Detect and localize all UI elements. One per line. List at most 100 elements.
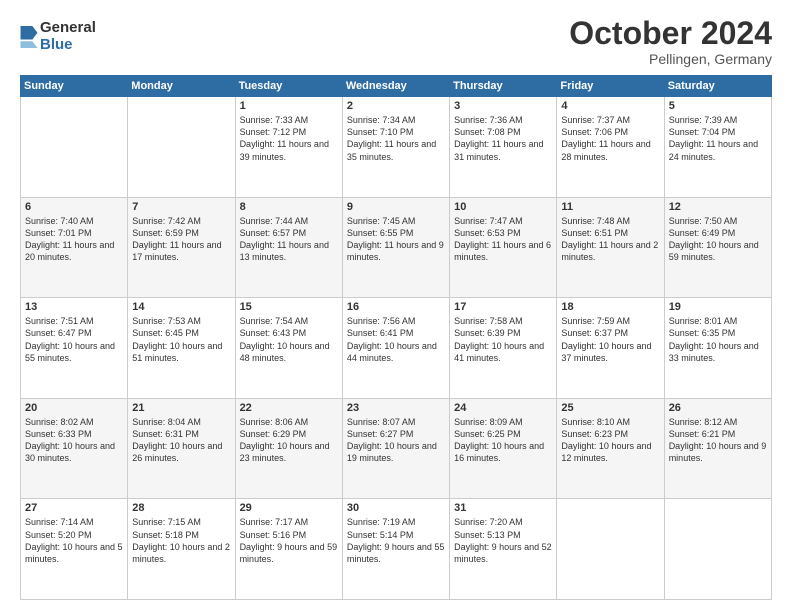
table-row: 12Sunrise: 7:50 AM Sunset: 6:49 PM Dayli… xyxy=(664,197,771,298)
day-info: Sunrise: 7:17 AM Sunset: 5:16 PM Dayligh… xyxy=(240,516,338,565)
table-row: 8 Sunrise: 7:44 AM Sunset: 6:57 PM Daylig… xyxy=(235,197,342,298)
day-number: 10 xyxy=(454,201,552,213)
day-number: 28 xyxy=(132,502,230,514)
day-number: 30 xyxy=(347,502,445,514)
day-info: Sunrise: 7:42 AM Sunset: 6:59 PM Dayligh… xyxy=(132,215,230,264)
day-info: Sunrise: 7:51 AM Sunset: 6:47 PM Dayligh… xyxy=(25,315,123,364)
table-row: 1Sunrise: 7:33 AM Sunset: 7:12 PM Daylig… xyxy=(235,97,342,198)
day-info: Sunrise: 7:34 AM Sunset: 7:10 PM Dayligh… xyxy=(347,114,445,163)
col-saturday: Saturday xyxy=(664,76,771,97)
day-info: Sunrise: 7:19 AM Sunset: 5:14 PM Dayligh… xyxy=(347,516,445,565)
day-info: Sunrise: 7:14 AM Sunset: 5:20 PM Dayligh… xyxy=(25,516,123,565)
table-row: 14 Sunrise: 7:53 AM Sunset: 6:45 PM Dayli… xyxy=(128,298,235,399)
day-number: 22 xyxy=(240,402,338,414)
table-row: 3Sunrise: 7:36 AM Sunset: 7:08 PM Daylig… xyxy=(450,97,557,198)
day-number: 31 xyxy=(454,502,552,514)
day-number: 15 xyxy=(240,301,338,313)
table-row xyxy=(128,97,235,198)
day-number: 14 xyxy=(132,301,230,313)
table-row: 6 Sunrise: 7:40 AM Sunset: 7:01 PM Daylig… xyxy=(21,197,128,298)
day-info: Sunrise: 7:37 AM Sunset: 7:06 PM Dayligh… xyxy=(561,114,659,163)
logo: General Blue xyxy=(20,20,96,53)
table-row: 2 Sunrise: 7:34 AM Sunset: 7:10 PM Daylig… xyxy=(342,97,449,198)
day-number: 16 xyxy=(347,301,445,313)
col-thursday: Thursday xyxy=(450,76,557,97)
day-number: 26 xyxy=(669,402,767,414)
day-info: Sunrise: 7:39 AM Sunset: 7:04 PM Dayligh… xyxy=(669,114,767,163)
table-row: 19 Sunrise: 8:01 AM Sunset: 6:35 PM Dayli… xyxy=(664,298,771,399)
table-row: 9 Sunrise: 7:45 AM Sunset: 6:55 PM Daylig… xyxy=(342,197,449,298)
day-number: 9 xyxy=(347,201,445,213)
day-number: 8 xyxy=(240,201,338,213)
table-row: 31Sunrise: 7:20 AM Sunset: 5:13 PM Dayli… xyxy=(450,499,557,600)
day-number: 2 xyxy=(347,100,445,112)
table-row xyxy=(21,97,128,198)
day-number: 7 xyxy=(132,201,230,213)
title-area: October 2024 Pellingen, Germany xyxy=(569,16,772,67)
day-info: Sunrise: 7:45 AM Sunset: 6:55 PM Dayligh… xyxy=(347,215,445,264)
day-info: Sunrise: 7:53 AM Sunset: 6:45 PM Dayligh… xyxy=(132,315,230,364)
day-number: 5 xyxy=(669,100,767,112)
table-row xyxy=(664,499,771,600)
day-info: Sunrise: 7:44 AM Sunset: 6:57 PM Dayligh… xyxy=(240,215,338,264)
week-row-3: 13 Sunrise: 7:51 AM Sunset: 6:47 PM Dayli… xyxy=(21,298,772,399)
calendar-table: Sunday Monday Tuesday Wednesday Thursday… xyxy=(20,75,772,600)
day-info: Sunrise: 7:40 AM Sunset: 7:01 PM Dayligh… xyxy=(25,215,123,264)
day-info: Sunrise: 7:54 AM Sunset: 6:43 PM Dayligh… xyxy=(240,315,338,364)
header-row: Sunday Monday Tuesday Wednesday Thursday… xyxy=(21,76,772,97)
day-info: Sunrise: 8:01 AM Sunset: 6:35 PM Dayligh… xyxy=(669,315,767,364)
day-info: Sunrise: 8:06 AM Sunset: 6:29 PM Dayligh… xyxy=(240,416,338,465)
day-info: Sunrise: 7:56 AM Sunset: 6:41 PM Dayligh… xyxy=(347,315,445,364)
day-number: 4 xyxy=(561,100,659,112)
week-row-4: 20Sunrise: 8:02 AM Sunset: 6:33 PM Dayli… xyxy=(21,398,772,499)
table-row: 18Sunrise: 7:59 AM Sunset: 6:37 PM Dayli… xyxy=(557,298,664,399)
day-info: Sunrise: 8:10 AM Sunset: 6:23 PM Dayligh… xyxy=(561,416,659,465)
day-number: 24 xyxy=(454,402,552,414)
day-number: 11 xyxy=(561,201,659,213)
day-info: Sunrise: 7:58 AM Sunset: 6:39 PM Dayligh… xyxy=(454,315,552,364)
table-row: 16 Sunrise: 7:56 AM Sunset: 6:41 PM Dayli… xyxy=(342,298,449,399)
table-row: 26 Sunrise: 8:12 AM Sunset: 6:21 PM Dayli… xyxy=(664,398,771,499)
table-row: 17 Sunrise: 7:58 AM Sunset: 6:39 PM Dayli… xyxy=(450,298,557,399)
table-row: 25 Sunrise: 8:10 AM Sunset: 6:23 PM Dayli… xyxy=(557,398,664,499)
table-row: 27 Sunrise: 7:14 AM Sunset: 5:20 PM Dayli… xyxy=(21,499,128,600)
week-row-5: 27 Sunrise: 7:14 AM Sunset: 5:20 PM Dayli… xyxy=(21,499,772,600)
day-info: Sunrise: 7:59 AM Sunset: 6:37 PM Dayligh… xyxy=(561,315,659,364)
day-number: 17 xyxy=(454,301,552,313)
table-row: 11 Sunrise: 7:48 AM Sunset: 6:51 PM Dayli… xyxy=(557,197,664,298)
day-number: 27 xyxy=(25,502,123,514)
table-row: 24 Sunrise: 8:09 AM Sunset: 6:25 PM Dayli… xyxy=(450,398,557,499)
day-number: 6 xyxy=(25,201,123,213)
day-info: Sunrise: 8:12 AM Sunset: 6:21 PM Dayligh… xyxy=(669,416,767,465)
table-row: 20Sunrise: 8:02 AM Sunset: 6:33 PM Dayli… xyxy=(21,398,128,499)
day-info: Sunrise: 8:04 AM Sunset: 6:31 PM Dayligh… xyxy=(132,416,230,465)
day-number: 13 xyxy=(25,301,123,313)
week-row-2: 6 Sunrise: 7:40 AM Sunset: 7:01 PM Daylig… xyxy=(21,197,772,298)
col-monday: Monday xyxy=(128,76,235,97)
logo-blue: Blue xyxy=(40,37,96,54)
day-info: Sunrise: 7:47 AM Sunset: 6:53 PM Dayligh… xyxy=(454,215,552,264)
col-tuesday: Tuesday xyxy=(235,76,342,97)
day-info: Sunrise: 8:09 AM Sunset: 6:25 PM Dayligh… xyxy=(454,416,552,465)
day-info: Sunrise: 7:48 AM Sunset: 6:51 PM Dayligh… xyxy=(561,215,659,264)
table-row: 28 Sunrise: 7:15 AM Sunset: 5:18 PM Dayli… xyxy=(128,499,235,600)
table-row: 30 Sunrise: 7:19 AM Sunset: 5:14 PM Dayli… xyxy=(342,499,449,600)
day-number: 1 xyxy=(240,100,338,112)
month-title: October 2024 xyxy=(569,16,772,51)
col-friday: Friday xyxy=(557,76,664,97)
day-info: Sunrise: 7:36 AM Sunset: 7:08 PM Dayligh… xyxy=(454,114,552,163)
table-row xyxy=(557,499,664,600)
day-number: 12 xyxy=(669,201,767,213)
table-row: 15 Sunrise: 7:54 AM Sunset: 6:43 PM Dayli… xyxy=(235,298,342,399)
day-info: Sunrise: 7:15 AM Sunset: 5:18 PM Dayligh… xyxy=(132,516,230,565)
page: General Blue October 2024 Pellingen, Ger… xyxy=(0,0,792,612)
day-number: 19 xyxy=(669,301,767,313)
table-row: 13 Sunrise: 7:51 AM Sunset: 6:47 PM Dayli… xyxy=(21,298,128,399)
table-row: 7 Sunrise: 7:42 AM Sunset: 6:59 PM Daylig… xyxy=(128,197,235,298)
day-number: 23 xyxy=(347,402,445,414)
col-wednesday: Wednesday xyxy=(342,76,449,97)
logo-general: General xyxy=(40,20,96,37)
logo-text: General Blue xyxy=(40,20,96,53)
day-number: 25 xyxy=(561,402,659,414)
table-row: 29Sunrise: 7:17 AM Sunset: 5:16 PM Dayli… xyxy=(235,499,342,600)
